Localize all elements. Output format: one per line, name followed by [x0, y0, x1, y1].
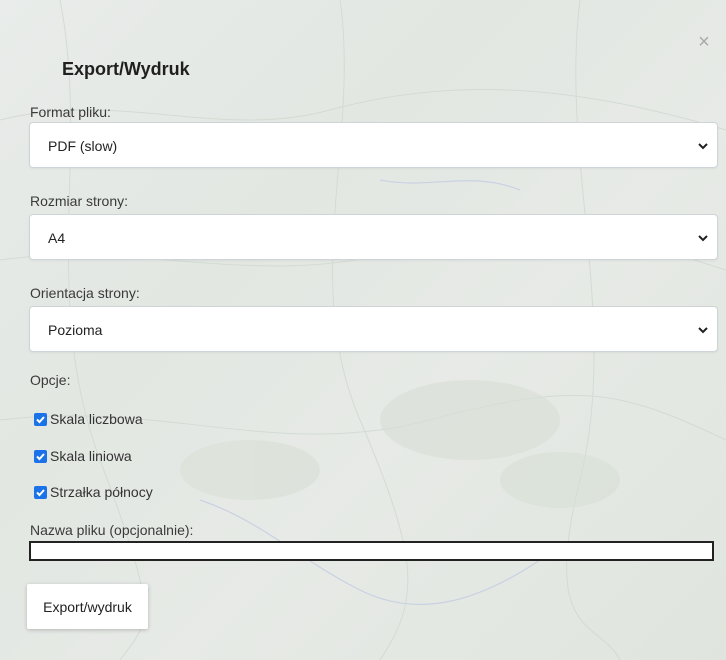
- format-label: Format pliku:: [30, 104, 111, 120]
- export-button[interactable]: Export/wydruk: [27, 584, 148, 629]
- filename-input[interactable]: [29, 541, 714, 561]
- orientation-select-value: Pozioma: [48, 322, 103, 338]
- close-icon[interactable]: ×: [694, 32, 714, 52]
- checkbox-north-arrow[interactable]: [34, 485, 47, 499]
- chevron-down-icon: [698, 143, 708, 150]
- format-select-value: PDF (slow): [48, 138, 118, 154]
- option-label: Strzałka północy: [50, 484, 153, 500]
- page-size-label: Rozmiar strony:: [30, 193, 129, 209]
- orientation-label: Orientacja strony:: [30, 285, 140, 301]
- page-size-select-value: A4: [48, 230, 66, 246]
- checkbox-numeric-scale[interactable]: [34, 412, 47, 426]
- option-label: Skala liczbowa: [50, 411, 143, 427]
- export-dialog: Export/Wydruk × Format pliku: PDF (slow)…: [0, 0, 726, 660]
- option-north-arrow[interactable]: Strzałka północy: [34, 483, 153, 501]
- check-icon: [36, 488, 45, 496]
- format-select[interactable]: PDF (slow): [29, 122, 718, 168]
- check-icon: [36, 415, 45, 423]
- chevron-down-icon: [698, 235, 708, 242]
- dialog-title: Export/Wydruk: [62, 59, 190, 79]
- option-label: Skala liniowa: [50, 448, 132, 464]
- page-size-select[interactable]: A4: [29, 214, 718, 260]
- checkbox-linear-scale[interactable]: [34, 449, 47, 463]
- options-label: Opcje:: [30, 372, 71, 388]
- filename-label: Nazwa pliku (opcjonalnie):: [30, 522, 194, 538]
- option-numeric-scale[interactable]: Skala liczbowa: [34, 410, 143, 428]
- chevron-down-icon: [698, 327, 708, 334]
- orientation-select[interactable]: Pozioma: [29, 306, 718, 352]
- option-linear-scale[interactable]: Skala liniowa: [34, 447, 132, 465]
- check-icon: [36, 452, 45, 460]
